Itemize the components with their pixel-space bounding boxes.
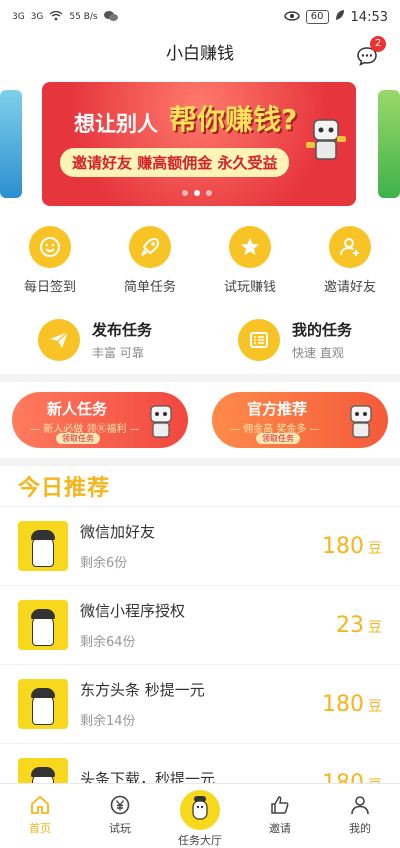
message-button[interactable]: 2 xyxy=(356,36,386,66)
list-item[interactable]: 东方头条 秒提一元 剩余14份 180 豆 xyxy=(0,664,400,743)
quick-action-label: 简单任务 xyxy=(123,280,176,295)
promo-claim-button[interactable]: 领取任务 xyxy=(56,433,100,444)
carousel-dot[interactable] xyxy=(206,190,212,196)
tab-invite[interactable]: 邀请 xyxy=(240,784,320,845)
signal-1: 3G xyxy=(12,12,25,22)
star-icon xyxy=(229,226,271,268)
quick-action-label: 每日签到 xyxy=(23,280,76,295)
official-recommend-card[interactable]: 官方推荐 — 佣金高 奖金多 — 领取任务 xyxy=(212,392,388,448)
task-avatar xyxy=(18,600,68,650)
page-title: 小白赚钱 xyxy=(166,44,234,64)
promo-title: 新人任务 xyxy=(46,400,107,418)
section-divider xyxy=(0,374,400,382)
home-icon xyxy=(31,795,49,814)
promo-title: 官方推荐 xyxy=(246,400,307,418)
task-shortcuts: 发布任务 丰富 可靠 我的任务 快速 直观 xyxy=(0,310,400,370)
reward-value: 23 xyxy=(336,612,364,638)
publish-task-button[interactable]: 发布任务 丰富 可靠 xyxy=(0,310,200,370)
rocket-icon xyxy=(129,226,171,268)
item-reward: 180 豆 xyxy=(322,534,382,559)
task-title: 发布任务 xyxy=(92,321,153,339)
tab-mine[interactable]: 我的 xyxy=(320,784,400,845)
task-list-icon xyxy=(238,319,280,361)
user-icon xyxy=(351,796,369,815)
list-item[interactable]: 微信加好友 剩余6份 180 豆 xyxy=(0,506,400,585)
promo-cards: 新人任务 — 新人必做 领Ⓡ福利 — 领取任务 官方推荐 — 佣金高 奖金多 —… xyxy=(0,392,400,454)
reward-unit: 豆 xyxy=(368,698,382,715)
item-title: 微信加好友 xyxy=(80,523,156,541)
banner-subtitle: 邀请好友 赚高额佣金 永久受益 xyxy=(60,148,290,177)
banner-title-part2: 帮你赚钱? xyxy=(169,103,298,136)
quick-action-trial[interactable]: 试玩赚钱 xyxy=(210,226,290,295)
robot-mascot-icon xyxy=(350,405,372,438)
robot-mascot-icon xyxy=(306,119,346,160)
carousel-dots xyxy=(182,190,212,196)
smile-icon xyxy=(29,226,71,268)
reward-value: 180 xyxy=(322,533,364,559)
recommend-list: 微信加好友 剩余6份 180 豆 微信小程序授权 剩余64份 23 豆 东方头条… xyxy=(0,506,400,822)
quick-action-invite[interactable]: 邀请好友 xyxy=(310,226,390,295)
message-badge: 2 xyxy=(370,36,386,52)
status-bar: 3G 3G 55 B/s 60 14:53 xyxy=(0,0,400,34)
paper-plane-icon xyxy=(38,319,80,361)
task-subtitle: 丰富 可靠 xyxy=(92,346,144,360)
eye-icon xyxy=(284,10,300,25)
task-subtitle: 快速 直观 xyxy=(292,346,344,360)
mascot-icon xyxy=(180,790,220,830)
tab-trial[interactable]: 试玩 xyxy=(80,784,160,845)
wifi-icon xyxy=(49,10,63,24)
wechat-icon xyxy=(103,10,118,25)
bottom-tab-bar: 首页 试玩 任务大厅 邀请 我的 xyxy=(0,783,400,847)
banner-title-part1: 想让别人 xyxy=(74,112,158,136)
task-title: 我的任务 xyxy=(292,321,353,339)
quick-action-label: 试玩赚钱 xyxy=(223,280,276,295)
tab-home[interactable]: 首页 xyxy=(0,784,80,845)
task-avatar xyxy=(18,679,68,729)
thumbs-up-icon xyxy=(271,796,289,814)
list-item[interactable]: 微信小程序授权 剩余64份 23 豆 xyxy=(0,585,400,664)
quick-actions: 每日签到 简单任务 试玩赚钱 邀请好友 xyxy=(0,226,400,295)
banner-carousel[interactable]: 想让别人 帮你赚钱? 邀请好友 赚高额佣金 永久受益 xyxy=(0,82,400,206)
banner-prev-card[interactable] xyxy=(0,90,22,198)
section-title-today: 今日推荐 xyxy=(18,476,111,501)
quick-action-label: 邀请好友 xyxy=(323,280,376,295)
clock: 14:53 xyxy=(350,9,388,25)
banner-next-card[interactable] xyxy=(378,90,400,198)
quick-action-checkin[interactable]: 每日签到 xyxy=(10,226,90,295)
banner-slide[interactable]: 想让别人 帮你赚钱? 邀请好友 赚高额佣金 永久受益 xyxy=(42,82,356,206)
section-divider xyxy=(0,458,400,466)
title-bar: 小白赚钱 2 xyxy=(0,34,400,74)
item-remaining: 剩余6份 xyxy=(80,556,128,571)
reward-unit: 豆 xyxy=(368,619,382,636)
item-reward: 23 豆 xyxy=(336,613,382,638)
promo-claim-button[interactable]: 领取任务 xyxy=(256,433,300,444)
task-avatar xyxy=(18,521,68,571)
tab-label: 试玩 xyxy=(109,822,131,835)
my-tasks-button[interactable]: 我的任务 快速 直观 xyxy=(200,310,400,370)
item-remaining: 剩余14份 xyxy=(80,714,136,729)
battery-indicator: 60 xyxy=(305,10,329,24)
signal-2: 3G xyxy=(30,12,44,22)
tab-label: 邀请 xyxy=(269,822,291,835)
item-title: 微信小程序授权 xyxy=(80,602,186,620)
reward-unit: 豆 xyxy=(368,540,382,557)
quick-action-simple-task[interactable]: 简单任务 xyxy=(110,226,190,295)
add-user-icon xyxy=(329,226,371,268)
tab-label: 首页 xyxy=(29,822,51,835)
reward-value: 180 xyxy=(322,691,364,717)
item-reward: 180 豆 xyxy=(322,692,382,717)
yen-icon xyxy=(110,795,130,815)
carousel-dot-active[interactable] xyxy=(194,190,200,196)
tab-task-hall[interactable]: 任务大厅 xyxy=(160,784,240,847)
tab-label: 任务大厅 xyxy=(178,834,222,847)
leaf-icon xyxy=(335,9,345,25)
network-speed: 55 B/s xyxy=(69,12,98,22)
item-title: 东方头条 秒提一元 xyxy=(80,681,205,699)
item-remaining: 剩余64份 xyxy=(80,635,136,650)
newcomer-task-card[interactable]: 新人任务 — 新人必做 领Ⓡ福利 — 领取任务 xyxy=(12,392,188,448)
carousel-dot[interactable] xyxy=(182,190,188,196)
robot-mascot-icon xyxy=(150,405,172,438)
tab-label: 我的 xyxy=(349,822,371,835)
